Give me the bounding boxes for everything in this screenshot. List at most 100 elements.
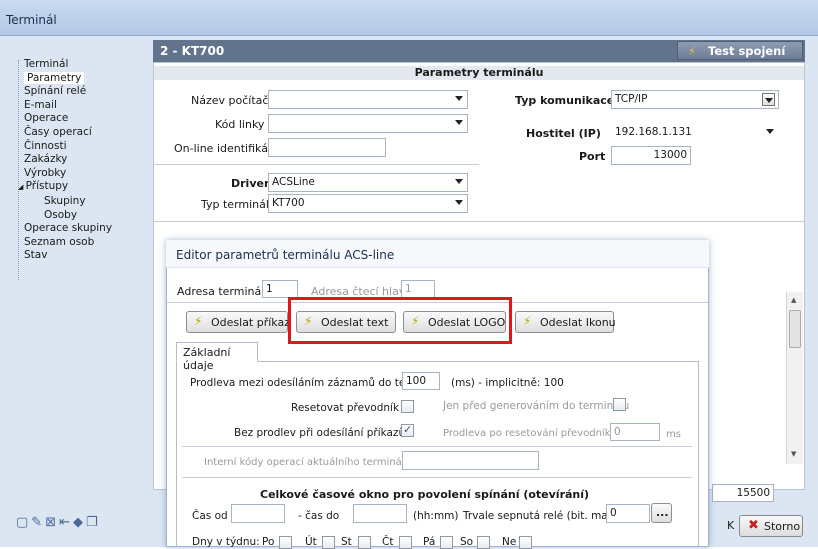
weekday-label: Ne bbox=[502, 536, 517, 548]
new-document-icon[interactable]: ▢ bbox=[16, 515, 31, 530]
tree-item-label: Časy operací bbox=[24, 125, 92, 138]
vertical-scrollbar[interactable]: ▲ ▼ bbox=[786, 292, 803, 464]
tree-item[interactable]: Časy operací bbox=[16, 126, 156, 140]
host-ip-label: Hostitel (IP) bbox=[526, 127, 601, 140]
tree-item-label: Parametry bbox=[24, 71, 85, 84]
cancel-button[interactable]: ✖ Storno bbox=[739, 515, 803, 537]
secondary-port-input[interactable]: 15500 bbox=[712, 484, 774, 502]
weekday-checkbox[interactable] bbox=[399, 536, 412, 549]
scroll-up-icon[interactable]: ▲ bbox=[791, 296, 796, 304]
relay-mask-input[interactable]: 0 bbox=[606, 504, 650, 523]
lightning-icon: ⚡ bbox=[523, 314, 532, 328]
window-title: Terminál bbox=[6, 13, 57, 27]
internal-codes-input[interactable] bbox=[402, 451, 539, 470]
reset-delay-input[interactable]: 0 bbox=[610, 423, 660, 441]
weekday-checkbox[interactable] bbox=[519, 536, 532, 549]
lightning-icon: ⚡ bbox=[688, 44, 697, 58]
tree-item[interactable]: Skupiny bbox=[16, 195, 156, 209]
tree-item-label: Operace bbox=[24, 112, 69, 125]
tree-item[interactable]: Operace skupiny bbox=[16, 222, 156, 236]
divider bbox=[182, 477, 692, 478]
highlight-annotation-box bbox=[288, 297, 512, 344]
edit-icon[interactable]: ✎ bbox=[31, 515, 45, 530]
weekday-checkbox[interactable] bbox=[440, 536, 453, 549]
divider bbox=[182, 446, 692, 447]
time-from-input[interactable] bbox=[231, 504, 285, 523]
tree-item[interactable]: Operace bbox=[16, 112, 156, 126]
chevron-down-icon bbox=[762, 93, 775, 106]
tree-item[interactable]: Osoby bbox=[16, 209, 156, 223]
only-before-gen-checkbox[interactable] bbox=[613, 398, 626, 411]
cancel-label: Storno bbox=[764, 520, 801, 533]
tree-item[interactable]: Stav bbox=[16, 249, 156, 263]
comm-type-label: Typ komunikace bbox=[515, 94, 615, 107]
terminal-header-title: 2 - KT700 bbox=[160, 44, 225, 58]
tree-item-label: Přístupy bbox=[25, 180, 69, 193]
tab-basic-info[interactable]: Základní údaje bbox=[176, 342, 258, 372]
tree-item-label: Terminál bbox=[24, 58, 69, 70]
host-ip-select[interactable]: 192.168.1.131 bbox=[611, 123, 779, 142]
weekday-checkbox[interactable] bbox=[358, 536, 371, 549]
tree-item[interactable]: Zakázky bbox=[16, 153, 156, 167]
test-connection-button[interactable]: ⚡ Test spojení bbox=[677, 41, 803, 60]
copy-icon[interactable]: ❐ bbox=[86, 515, 101, 530]
tree-item-label: Činnosti bbox=[24, 139, 67, 152]
first-record-icon[interactable]: ⇤ bbox=[59, 515, 73, 530]
reader-address-input[interactable]: 1 bbox=[401, 280, 435, 298]
tree-item[interactable]: E-mail bbox=[16, 99, 156, 113]
time-window-title: Celkové časové okno pro povolení spínání… bbox=[260, 488, 590, 501]
weekdays-label: Dny v týdnu: bbox=[192, 536, 260, 548]
line-code-select[interactable] bbox=[268, 114, 468, 133]
tree-item[interactable]: Parametry bbox=[16, 71, 156, 86]
weekday-label: Út bbox=[305, 536, 317, 548]
weekday-checkbox[interactable] bbox=[279, 536, 292, 549]
expand-arrow-icon[interactable]: ◢ bbox=[18, 183, 26, 191]
driver-select[interactable]: ACSLine bbox=[268, 173, 468, 192]
tree-item[interactable]: Spínání relé bbox=[16, 85, 156, 99]
previous-record-icon[interactable]: ◆ bbox=[73, 515, 86, 530]
port-label: Port bbox=[579, 150, 606, 163]
tree-item[interactable]: Seznam osob bbox=[16, 236, 156, 250]
delay-input[interactable]: 100 bbox=[402, 372, 440, 390]
online-id-input[interactable] bbox=[268, 138, 386, 157]
scroll-down-icon[interactable]: ▼ bbox=[791, 450, 796, 458]
reset-delay-label: Prodleva po resetování převodníku bbox=[443, 428, 617, 439]
computer-name-select[interactable] bbox=[268, 90, 468, 109]
relay-mask-label: Trvale sepnutá relé (bit. maska) bbox=[463, 510, 630, 522]
time-to-label: - čas do bbox=[298, 510, 340, 522]
weekday-label: St bbox=[341, 536, 352, 548]
bottom-toolbar: ▢✎⊠⇤◆❐ bbox=[16, 515, 166, 535]
close-icon: ✖ bbox=[748, 518, 759, 533]
line-code-label: Kód linky bbox=[215, 118, 265, 131]
tree-item-label: Operace skupiny bbox=[24, 222, 113, 235]
dialog-titlebar: Editor parametrů terminálu ACS-line bbox=[166, 240, 709, 268]
no-delay-label: Bez prodlev při odesílání příkazů bbox=[234, 427, 406, 439]
relay-mask-browse-button[interactable]: ... bbox=[651, 503, 672, 523]
comm-type-select[interactable]: TCP/IP bbox=[611, 90, 779, 109]
weekday-checkbox[interactable] bbox=[322, 536, 335, 549]
tree-item-label: E-mail bbox=[24, 98, 57, 111]
reset-converter-checkbox[interactable] bbox=[401, 400, 414, 413]
port-input[interactable]: 13000 bbox=[611, 146, 691, 165]
tree-item[interactable]: Výrobky bbox=[16, 167, 156, 181]
send-icon-label: Odeslat Ikonu bbox=[540, 316, 616, 329]
parameters-section-title: Parametry terminálu bbox=[154, 66, 804, 80]
scrollbar-thumb[interactable] bbox=[789, 310, 801, 348]
send-icon-button[interactable]: ⚡ Odeslat Ikonu bbox=[515, 311, 616, 333]
delay-label: Prodleva mezi odesíláním záznamů do term… bbox=[190, 377, 424, 389]
terminal-address-input[interactable]: 1 bbox=[262, 280, 298, 298]
navigation-tree: Terminál Parametry Spínání relé E-mail Opera… bbox=[16, 58, 156, 263]
send-command-button[interactable]: ⚡ Odeslat příkaz bbox=[186, 311, 290, 333]
tree-item[interactable]: ◢ Přístupy bbox=[16, 180, 156, 195]
test-connection-label: Test spojení bbox=[708, 44, 786, 58]
no-delay-checkbox[interactable] bbox=[401, 423, 414, 437]
weekday-checkbox[interactable] bbox=[477, 536, 490, 549]
time-to-input[interactable] bbox=[353, 504, 407, 523]
terminal-type-select[interactable]: KT700 bbox=[268, 194, 468, 213]
chevron-down-icon bbox=[455, 96, 463, 101]
tree-item[interactable]: Terminál bbox=[16, 58, 156, 72]
only-before-gen-label: Jen před generováním do terminálu bbox=[443, 400, 630, 412]
delay-note: (ms) - implicitně: 100 bbox=[451, 377, 564, 389]
tree-item[interactable]: Činnosti bbox=[16, 140, 156, 154]
delete-icon[interactable]: ⊠ bbox=[45, 515, 59, 530]
